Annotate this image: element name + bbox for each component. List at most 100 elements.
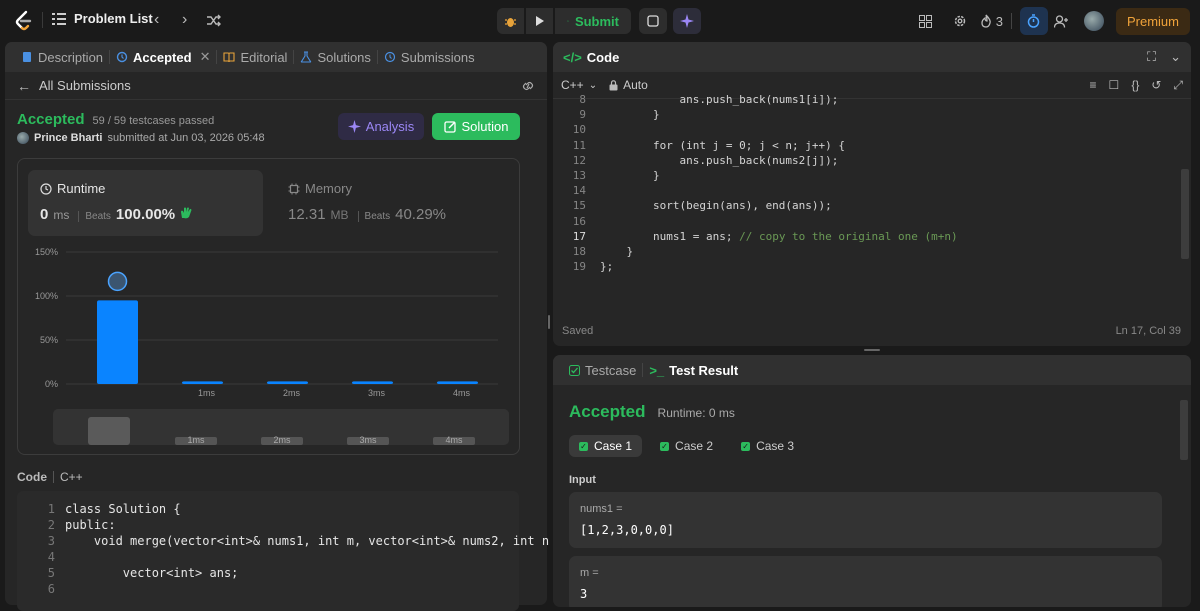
result-tabs: Testcase >_ Test Result <box>553 355 1191 385</box>
format-icon[interactable]: ≡ <box>1090 78 1097 93</box>
ai-button[interactable] <box>673 8 701 34</box>
tab-solutions[interactable]: Solutions <box>294 42 376 72</box>
overview-tick-label: 4ms <box>445 435 463 445</box>
runtime-bar[interactable] <box>267 381 308 384</box>
code-line: 6 <box>17 582 65 598</box>
save-status: Saved <box>562 325 594 337</box>
layout-button[interactable] <box>912 7 940 35</box>
line-number: 3 <box>47 534 55 548</box>
language-select[interactable]: C++ ⌄ <box>561 78 597 92</box>
runtime-card[interactable]: Runtime 0 ms Beats 100.00% <box>28 170 263 236</box>
code-text: public: <box>65 518 116 532</box>
streak-button[interactable]: 3 <box>980 7 1003 35</box>
prev-problem-icon[interactable]: ‹ <box>154 11 159 29</box>
code-header: Code C++ <box>17 470 83 484</box>
tab-description[interactable]: Description <box>15 42 109 72</box>
editor-line: 9 } <box>553 108 659 123</box>
editor-line: 11 for (int j = 0; j < n; j++) { <box>553 139 845 154</box>
overview-selection[interactable] <box>88 417 130 445</box>
testcases-passed: 59 / 59 testcases passed <box>92 115 215 127</box>
language-value: C++ <box>561 78 584 92</box>
tab-editorial-label: Editorial <box>240 49 288 65</box>
all-submissions-label: All Submissions <box>39 78 131 93</box>
notes-button[interactable] <box>639 8 667 34</box>
code-text: nums1 = ans; <box>600 229 740 243</box>
braces-icon[interactable]: {} <box>1131 78 1139 93</box>
code-editor[interactable]: 8 ans.push_back(nums1[i]); 9 } 10 11 for (i… <box>553 93 1173 320</box>
memory-card[interactable]: Memory 12.31 MB Beats 40.29% <box>276 170 511 236</box>
tab-submissions[interactable]: Submissions <box>378 42 481 72</box>
runtime-values: 0 ms Beats 100.00% <box>40 206 193 223</box>
line-number: 9 <box>579 108 586 122</box>
shuffle-icon[interactable] <box>207 14 221 27</box>
premium-button[interactable]: Premium <box>1115 7 1190 35</box>
result-scrollbar[interactable] <box>1180 400 1188 460</box>
x-tick-label: 3ms <box>368 388 386 398</box>
case-tab[interactable]: ✓ Case 3 <box>731 435 804 457</box>
bookmark-icon[interactable]: ☐ <box>1109 78 1120 93</box>
runtime-label-row: Runtime <box>40 181 105 196</box>
settings-button[interactable] <box>946 7 974 35</box>
tab-testcase[interactable]: Testcase <box>563 355 642 385</box>
horizontal-resize-handle[interactable] <box>864 349 880 351</box>
beats-label: Beats <box>357 211 390 222</box>
line-number: 4 <box>47 550 55 564</box>
runtime-bar[interactable] <box>437 381 478 384</box>
runtime-bar[interactable] <box>182 381 223 384</box>
left-tabs: Description Accepted ✕ Editorial Solutio… <box>5 42 547 72</box>
tab-test-result[interactable]: >_ Test Result <box>643 355 744 385</box>
auto-mode[interactable]: Auto <box>609 78 648 92</box>
solution-button[interactable]: Solution <box>432 113 520 140</box>
vertical-resize-handle[interactable] <box>548 315 550 329</box>
add-user-button[interactable] <box>1048 7 1076 35</box>
maximize-icon[interactable]: ⛶ <box>1147 49 1156 65</box>
input-box[interactable]: nums1 = [1,2,3,0,0,0] <box>569 492 1162 548</box>
status-title: Accepted <box>17 111 85 128</box>
timer-button[interactable] <box>1019 7 1048 35</box>
tab-accepted[interactable]: Accepted ✕ <box>110 42 216 72</box>
editor-scrollbar[interactable] <box>1181 169 1189 259</box>
input-box[interactable]: m = 3 <box>569 556 1162 607</box>
submit-button[interactable]: Submit <box>555 8 631 34</box>
avatar[interactable] <box>1083 11 1104 31</box>
code-text: for (int j = 0; j < n; j++) { <box>600 138 846 152</box>
editor-line: 15 sort(begin(ans), end(ans)); <box>553 199 832 214</box>
code-text: void merge(vector<int>& nums1, int m, ve… <box>65 534 550 548</box>
tab-accepted-label: Accepted <box>133 49 192 65</box>
case-tab[interactable]: ✓ Case 2 <box>650 435 723 457</box>
link-icon[interactable] <box>521 80 535 92</box>
next-problem-icon[interactable]: › <box>182 11 187 29</box>
problem-list-button[interactable]: Problem List <box>52 11 153 26</box>
close-tab-icon[interactable]: ✕ <box>200 49 211 65</box>
clap-icon <box>181 207 192 219</box>
memory-beats: 40.29% <box>395 206 446 223</box>
tab-editorial[interactable]: Editorial <box>217 42 293 72</box>
editor-line: 19}; <box>553 260 614 275</box>
case-tab[interactable]: ✓ Case 1 <box>569 435 643 457</box>
runtime-bar[interactable] <box>97 300 138 384</box>
sparkle-icon <box>680 14 694 28</box>
code-lang: C++ <box>60 470 83 484</box>
runtime-label: Runtime <box>57 181 106 196</box>
leetcode-logo[interactable] <box>13 10 33 32</box>
x-tick-label: 4ms <box>453 388 471 398</box>
divider <box>1010 13 1012 29</box>
chip-icon <box>288 183 300 194</box>
run-button[interactable] <box>526 8 553 34</box>
analysis-button[interactable]: Analysis <box>338 113 424 140</box>
history-icon <box>384 51 396 63</box>
reset-icon[interactable]: ↺ <box>1151 78 1161 93</box>
debug-button[interactable] <box>497 8 524 34</box>
line-number: 1 <box>47 502 55 516</box>
user-name[interactable]: Prince Bharti <box>34 132 102 144</box>
code-text: }; <box>600 260 614 274</box>
all-submissions-link[interactable]: ← All Submissions <box>17 78 131 94</box>
streak-count: 3 <box>995 13 1003 29</box>
result-status-title: Accepted <box>569 402 646 421</box>
runtime-bar[interactable] <box>352 381 393 384</box>
collapse-icon[interactable]: ⌄ <box>1170 49 1181 65</box>
code-text: sort(begin(ans), end(ans)); <box>600 199 832 213</box>
code-tab[interactable]: </> Code <box>563 42 625 72</box>
expand-icon[interactable]: ⤢ <box>1173 78 1183 93</box>
lock-icon <box>609 79 618 90</box>
